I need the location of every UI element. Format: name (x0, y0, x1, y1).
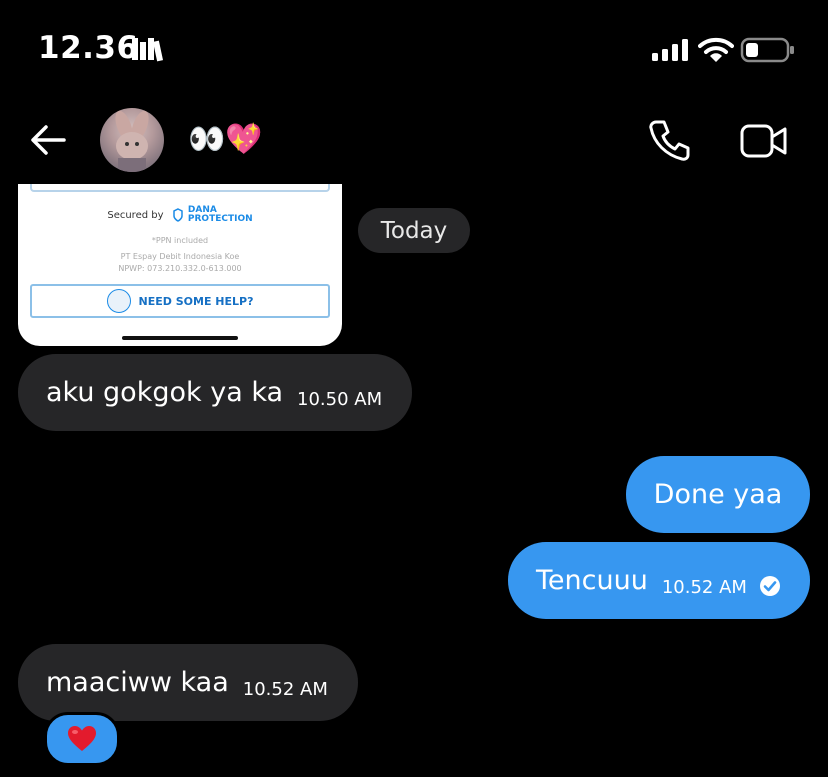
message-text: Tencuuu (536, 565, 648, 596)
message-time: 10.50 AM (297, 389, 383, 410)
secured-by-label: Secured by (107, 210, 164, 221)
support-agent-icon (106, 289, 131, 313)
heart-icon (68, 726, 96, 751)
signal-icon (652, 39, 688, 61)
npwp-text: NPWP: 073.210.332.0-613.000 (118, 264, 242, 273)
company-text: PT Espay Debit Indonesia Koe (120, 252, 240, 261)
contact-name[interactable]: 👀💖 (188, 120, 263, 160)
image-top-field (30, 184, 330, 192)
phone-icon[interactable] (648, 118, 690, 162)
ppn-text: *PPN included (151, 236, 209, 245)
date-separator: Today (358, 208, 470, 253)
dana-logo-line2: PROTECTION (187, 214, 253, 224)
battery-icon (740, 37, 794, 63)
status-time: 12.36 (38, 30, 139, 66)
message-time: 10.52 AM (242, 679, 328, 700)
message-bubble-incoming[interactable]: aku gokgok ya ka 10.50 AM (18, 354, 412, 431)
shared-image[interactable]: Secured by DANA PROTECTION *PPN included… (18, 184, 342, 346)
message-text: aku gokgok ya ka (46, 377, 284, 408)
message-bubble-incoming[interactable]: maaciww kaa 10.52 AM (18, 644, 358, 721)
need-help-button: NEED SOME HELP? (30, 284, 330, 318)
video-camera-icon[interactable] (740, 122, 788, 160)
books-icon (132, 38, 164, 62)
home-indicator (122, 336, 238, 340)
back-arrow-icon[interactable] (28, 120, 68, 160)
message-bubble-outgoing[interactable]: Tencuuu 10.52 AM (508, 542, 810, 619)
avatar-image (115, 110, 149, 172)
message-time: 10.52 AM (661, 577, 747, 598)
avatar[interactable] (100, 108, 164, 172)
shield-icon (172, 208, 183, 222)
message-text: Done yaa (653, 479, 783, 510)
seen-check-icon (759, 575, 780, 596)
heart-reaction[interactable] (44, 712, 120, 766)
message-bubble-outgoing[interactable]: Done yaa (626, 456, 810, 533)
secured-by-text: Secured by DANA PROTECTION (18, 206, 342, 224)
wifi-icon (698, 37, 734, 62)
need-help-label: NEED SOME HELP? (138, 294, 254, 308)
message-text: maaciww kaa (46, 667, 229, 698)
